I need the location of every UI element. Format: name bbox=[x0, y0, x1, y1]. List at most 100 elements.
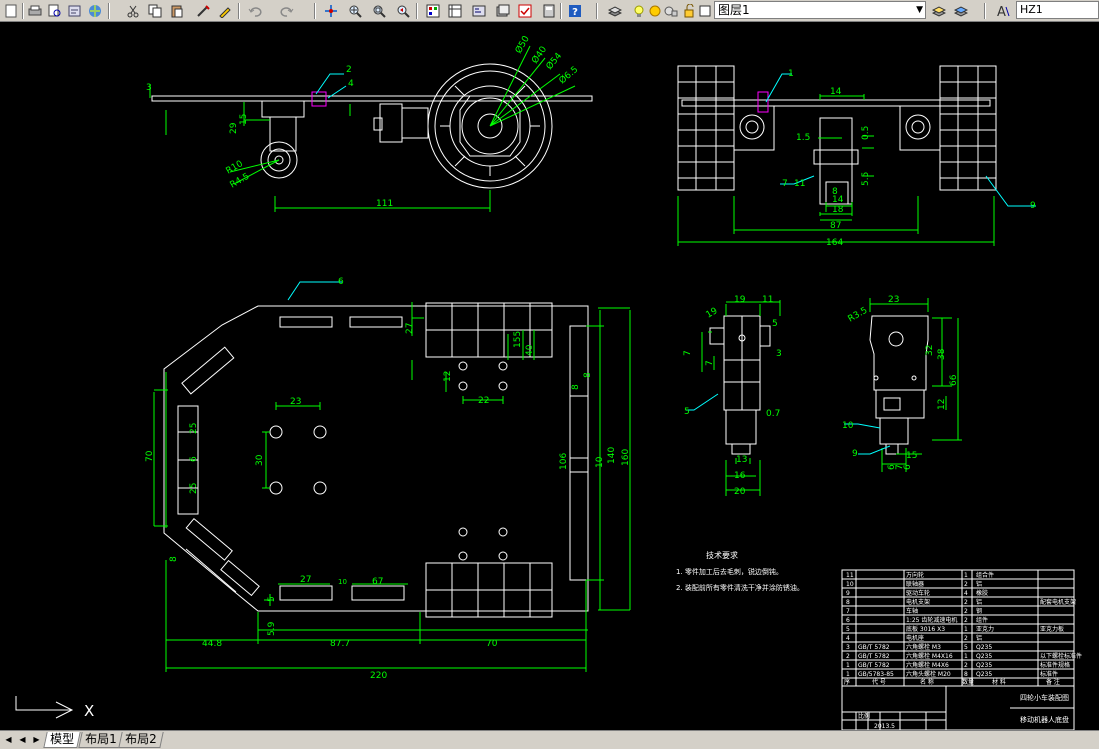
standard-toolbar: ? 图层1 ▼ A HZ1 bbox=[0, 0, 1099, 22]
dim-text: 3 bbox=[146, 83, 152, 93]
toolbar-separator bbox=[416, 3, 418, 19]
bom-cell-note: 标准件规格 bbox=[1040, 661, 1070, 669]
cut-icon[interactable] bbox=[124, 2, 142, 19]
make-object-layer-current-icon[interactable] bbox=[930, 2, 948, 19]
markup-set-icon[interactable] bbox=[516, 2, 534, 19]
title-drawing-name: 四轮小车装配图 bbox=[1020, 693, 1069, 702]
note-line: 2. 装配前所有零件清洗干净并涂防锈油。 bbox=[676, 583, 804, 592]
dim-text: 0.7 bbox=[766, 409, 780, 419]
sheet-set-icon[interactable] bbox=[494, 2, 512, 19]
tab-layout2[interactable]: 布局2 bbox=[118, 732, 164, 748]
layer-viewport-icon[interactable] bbox=[662, 2, 680, 19]
next-tab-icon[interactable]: ▶ bbox=[30, 733, 43, 746]
tab-label: 模型 bbox=[50, 732, 75, 746]
dim-text: 106 bbox=[559, 453, 569, 470]
chevron-down-icon[interactable]: ▼ bbox=[916, 2, 923, 18]
print-icon[interactable] bbox=[26, 2, 44, 19]
cad-drawing: 3 15 29 2 4 R10 R4.5 111 Ø50 Ø40 Ø54 Ø6.… bbox=[15, 34, 1082, 731]
toolbar-separator bbox=[108, 3, 110, 19]
dim-text: 19 bbox=[734, 295, 746, 305]
dim-text: 0.5 bbox=[861, 126, 871, 140]
pan-realtime-icon[interactable] bbox=[322, 2, 340, 19]
bom-cell-name: 驱动车轮 bbox=[906, 589, 930, 597]
copy-icon[interactable] bbox=[146, 2, 164, 19]
zoom-realtime-icon[interactable] bbox=[346, 2, 364, 19]
block-editor-icon[interactable] bbox=[216, 2, 234, 19]
bom-cell-no: 10 bbox=[846, 581, 854, 588]
callout-number: 9 bbox=[1030, 201, 1036, 211]
dim-text: 11 bbox=[762, 295, 773, 305]
dim-text: 70 bbox=[145, 450, 155, 462]
dim-text: 7 bbox=[782, 179, 788, 189]
bom-cell-note: 标准件 bbox=[1040, 670, 1058, 678]
dim-text: 23 bbox=[888, 295, 899, 305]
bom-cell-no: 9 bbox=[846, 590, 850, 597]
bom-cell-material: 组件 bbox=[976, 616, 988, 624]
bom-cell-material: Q235 bbox=[976, 644, 992, 651]
bom-header-cell: 数量 bbox=[962, 678, 974, 686]
dim-text: 27 bbox=[300, 575, 311, 585]
new-file-icon[interactable] bbox=[2, 2, 20, 19]
tool-palettes-icon[interactable] bbox=[470, 2, 488, 19]
dim-text: 15 bbox=[906, 451, 917, 461]
dim-text: 4 bbox=[348, 79, 354, 89]
bom-cell-no: 11 bbox=[846, 572, 854, 579]
calculator-icon[interactable] bbox=[540, 2, 558, 19]
plot-preview-icon[interactable] bbox=[46, 2, 64, 19]
3d-dwf-icon[interactable] bbox=[86, 2, 104, 19]
layer-dropdown[interactable]: 图层1 ▼ bbox=[714, 1, 926, 19]
bom-cell-name: 电机座 bbox=[906, 634, 924, 642]
bom-cell-name: 底板 3016 X3 bbox=[906, 625, 945, 633]
dim-text: 160 bbox=[621, 449, 631, 466]
side-view bbox=[151, 63, 593, 189]
bom-cell-name: 车轴 bbox=[906, 607, 918, 615]
drawing-canvas[interactable]: 3 15 29 2 4 R10 R4.5 111 Ø50 Ø40 Ø54 Ø6.… bbox=[0, 22, 1099, 731]
bom-cell-name: 六角螺栓 M4X6 bbox=[906, 661, 949, 669]
match-properties-icon[interactable] bbox=[194, 2, 212, 19]
layer-manager-icon[interactable] bbox=[606, 2, 624, 19]
design-center-icon[interactable] bbox=[446, 2, 464, 19]
bom-cell-name: 六角螺栓 M4X16 bbox=[906, 652, 953, 660]
callout-number: 9 bbox=[852, 449, 858, 459]
publish-icon[interactable] bbox=[66, 2, 84, 19]
title-subtitle: 移动机器人底盘 bbox=[1020, 715, 1069, 724]
zoom-window-icon[interactable] bbox=[370, 2, 388, 19]
help-icon[interactable]: ? bbox=[566, 2, 584, 19]
dim-text: 67 bbox=[372, 577, 383, 587]
bom-cell-material: 铝 bbox=[976, 598, 982, 606]
text-style-icon[interactable]: A bbox=[994, 2, 1012, 19]
bom-cell-qty: 8 bbox=[964, 671, 968, 678]
bom-cell-material: 铝 bbox=[976, 634, 982, 642]
tab-layout1[interactable]: 布局1 bbox=[78, 732, 124, 748]
bom-cell-material: Q235 bbox=[976, 653, 992, 660]
bom-cell-material: 组合件 bbox=[976, 571, 994, 579]
dim-text: 8 bbox=[571, 384, 581, 390]
first-tab-icon[interactable]: ◀ bbox=[2, 733, 15, 746]
toolbar-separator bbox=[560, 3, 562, 19]
undo-icon[interactable] bbox=[246, 2, 264, 19]
redo-icon[interactable] bbox=[278, 2, 296, 19]
dim-text: 29 bbox=[229, 122, 239, 134]
bom-cell-name: 联轴器 bbox=[906, 580, 924, 588]
dim-text: 1 bbox=[788, 69, 794, 79]
tab-model[interactable]: 模型 bbox=[43, 732, 81, 748]
dim-text: 8 bbox=[169, 556, 179, 562]
bom-cell-qty: 2 bbox=[964, 581, 968, 588]
dim-text: 6 bbox=[189, 456, 199, 462]
ucs-x-label: X bbox=[84, 702, 94, 720]
bom-cell-qty: 2 bbox=[964, 599, 968, 606]
zoom-previous-icon[interactable] bbox=[394, 2, 412, 19]
layer-previous-icon[interactable] bbox=[952, 2, 970, 19]
properties-icon[interactable] bbox=[424, 2, 442, 19]
layer-color-swatch-icon[interactable] bbox=[696, 2, 714, 19]
dim-text: 3 bbox=[776, 349, 782, 359]
dim-text: 5.5 bbox=[861, 172, 871, 186]
paste-icon[interactable] bbox=[168, 2, 186, 19]
bom-header-cell: 备 注 bbox=[1046, 678, 1060, 686]
bom-cell-name: 万向轮 bbox=[906, 571, 924, 579]
text-style-field[interactable]: HZ1 bbox=[1016, 1, 1099, 19]
prev-tab-icon[interactable]: ◀ bbox=[16, 733, 29, 746]
dim-text: 2 bbox=[346, 65, 352, 75]
svg-text:?: ? bbox=[572, 7, 578, 18]
dim-text: 70 bbox=[486, 639, 498, 649]
